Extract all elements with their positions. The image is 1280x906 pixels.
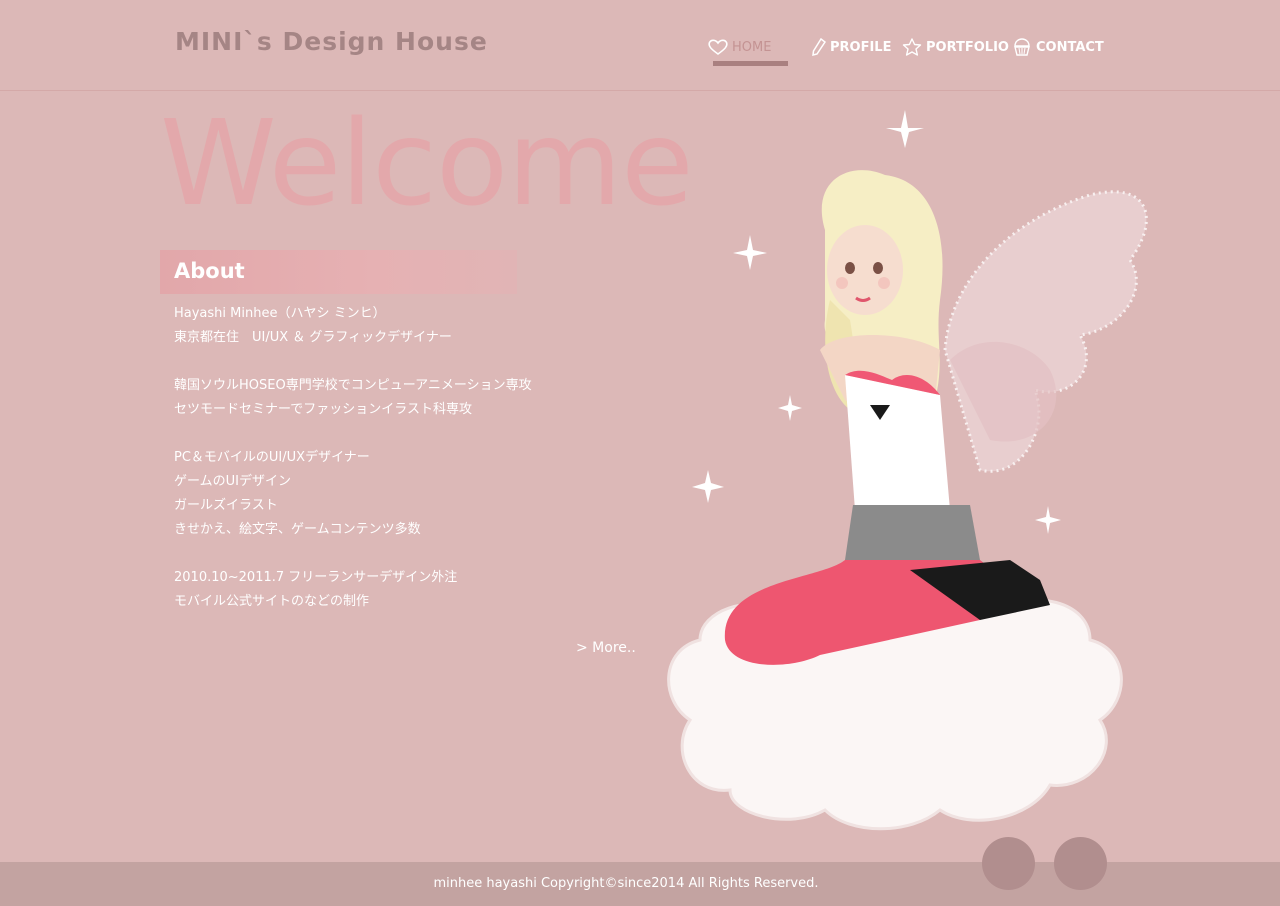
nav-portfolio-label: PORTFOLIO xyxy=(926,39,1009,55)
bio-line: ゲームのUIデザイン xyxy=(174,474,291,489)
bio-line: PC＆モバイルのUI/UXデザイナー xyxy=(174,450,370,465)
bio-spacer xyxy=(174,422,532,446)
fairy-illustration xyxy=(667,110,1148,831)
bio-line: セツモードセミナーでファッションイラスト科専攻 xyxy=(174,402,472,417)
nav-contact-label: CONTACT xyxy=(1036,39,1104,55)
bio-spacer xyxy=(174,542,532,566)
more-link[interactable]: > More.. xyxy=(576,640,636,656)
bio-line: Hayashi Minhee（ハヤシ ミンヒ） xyxy=(174,306,386,321)
site-logo[interactable]: MINI`s Design House xyxy=(175,27,488,56)
bio-line: 2010.10~2011.7 フリーランサーデザイン外注 xyxy=(174,570,458,585)
bio-line: きせかえ、絵文字、ゲームコンテンツ多数 xyxy=(174,522,421,537)
nav-active-indicator xyxy=(713,61,788,66)
heart-icon xyxy=(708,39,728,55)
pencil-icon xyxy=(812,38,826,56)
slider-dot-1[interactable] xyxy=(982,837,1035,890)
cupcake-icon xyxy=(1014,38,1030,56)
nav-home[interactable]: HOME xyxy=(708,36,771,58)
nav-contact[interactable]: CONTACT xyxy=(1012,36,1104,58)
bio-line: モバイル公式サイトのなどの制作 xyxy=(174,594,370,609)
bio-line: ガールズイラスト xyxy=(174,498,278,513)
nav-portfolio[interactable]: PORTFOLIO xyxy=(902,36,1009,58)
about-bio: Hayashi Minhee（ハヤシ ミンヒ） 東京都在住 UI/UX ＆ グラフ… xyxy=(174,302,532,614)
nav-home-label: HOME xyxy=(732,39,772,55)
bio-line: 東京都在住 UI/UX ＆ グラフィックデザイナー xyxy=(174,330,452,345)
star-icon xyxy=(902,38,922,56)
about-title: About xyxy=(174,259,245,283)
wings xyxy=(943,190,1148,473)
slider-dot-2[interactable] xyxy=(1054,837,1107,890)
bio-line: 韓国ソウルHOSEO専門学校でコンピューアニメーション専攻 xyxy=(174,378,532,393)
nav-profile-label: PROFILE xyxy=(830,39,892,55)
welcome-heading: Welcome xyxy=(160,94,694,232)
nav-profile[interactable]: PROFILE xyxy=(812,36,891,58)
bio-spacer xyxy=(174,350,532,374)
face xyxy=(827,225,903,315)
